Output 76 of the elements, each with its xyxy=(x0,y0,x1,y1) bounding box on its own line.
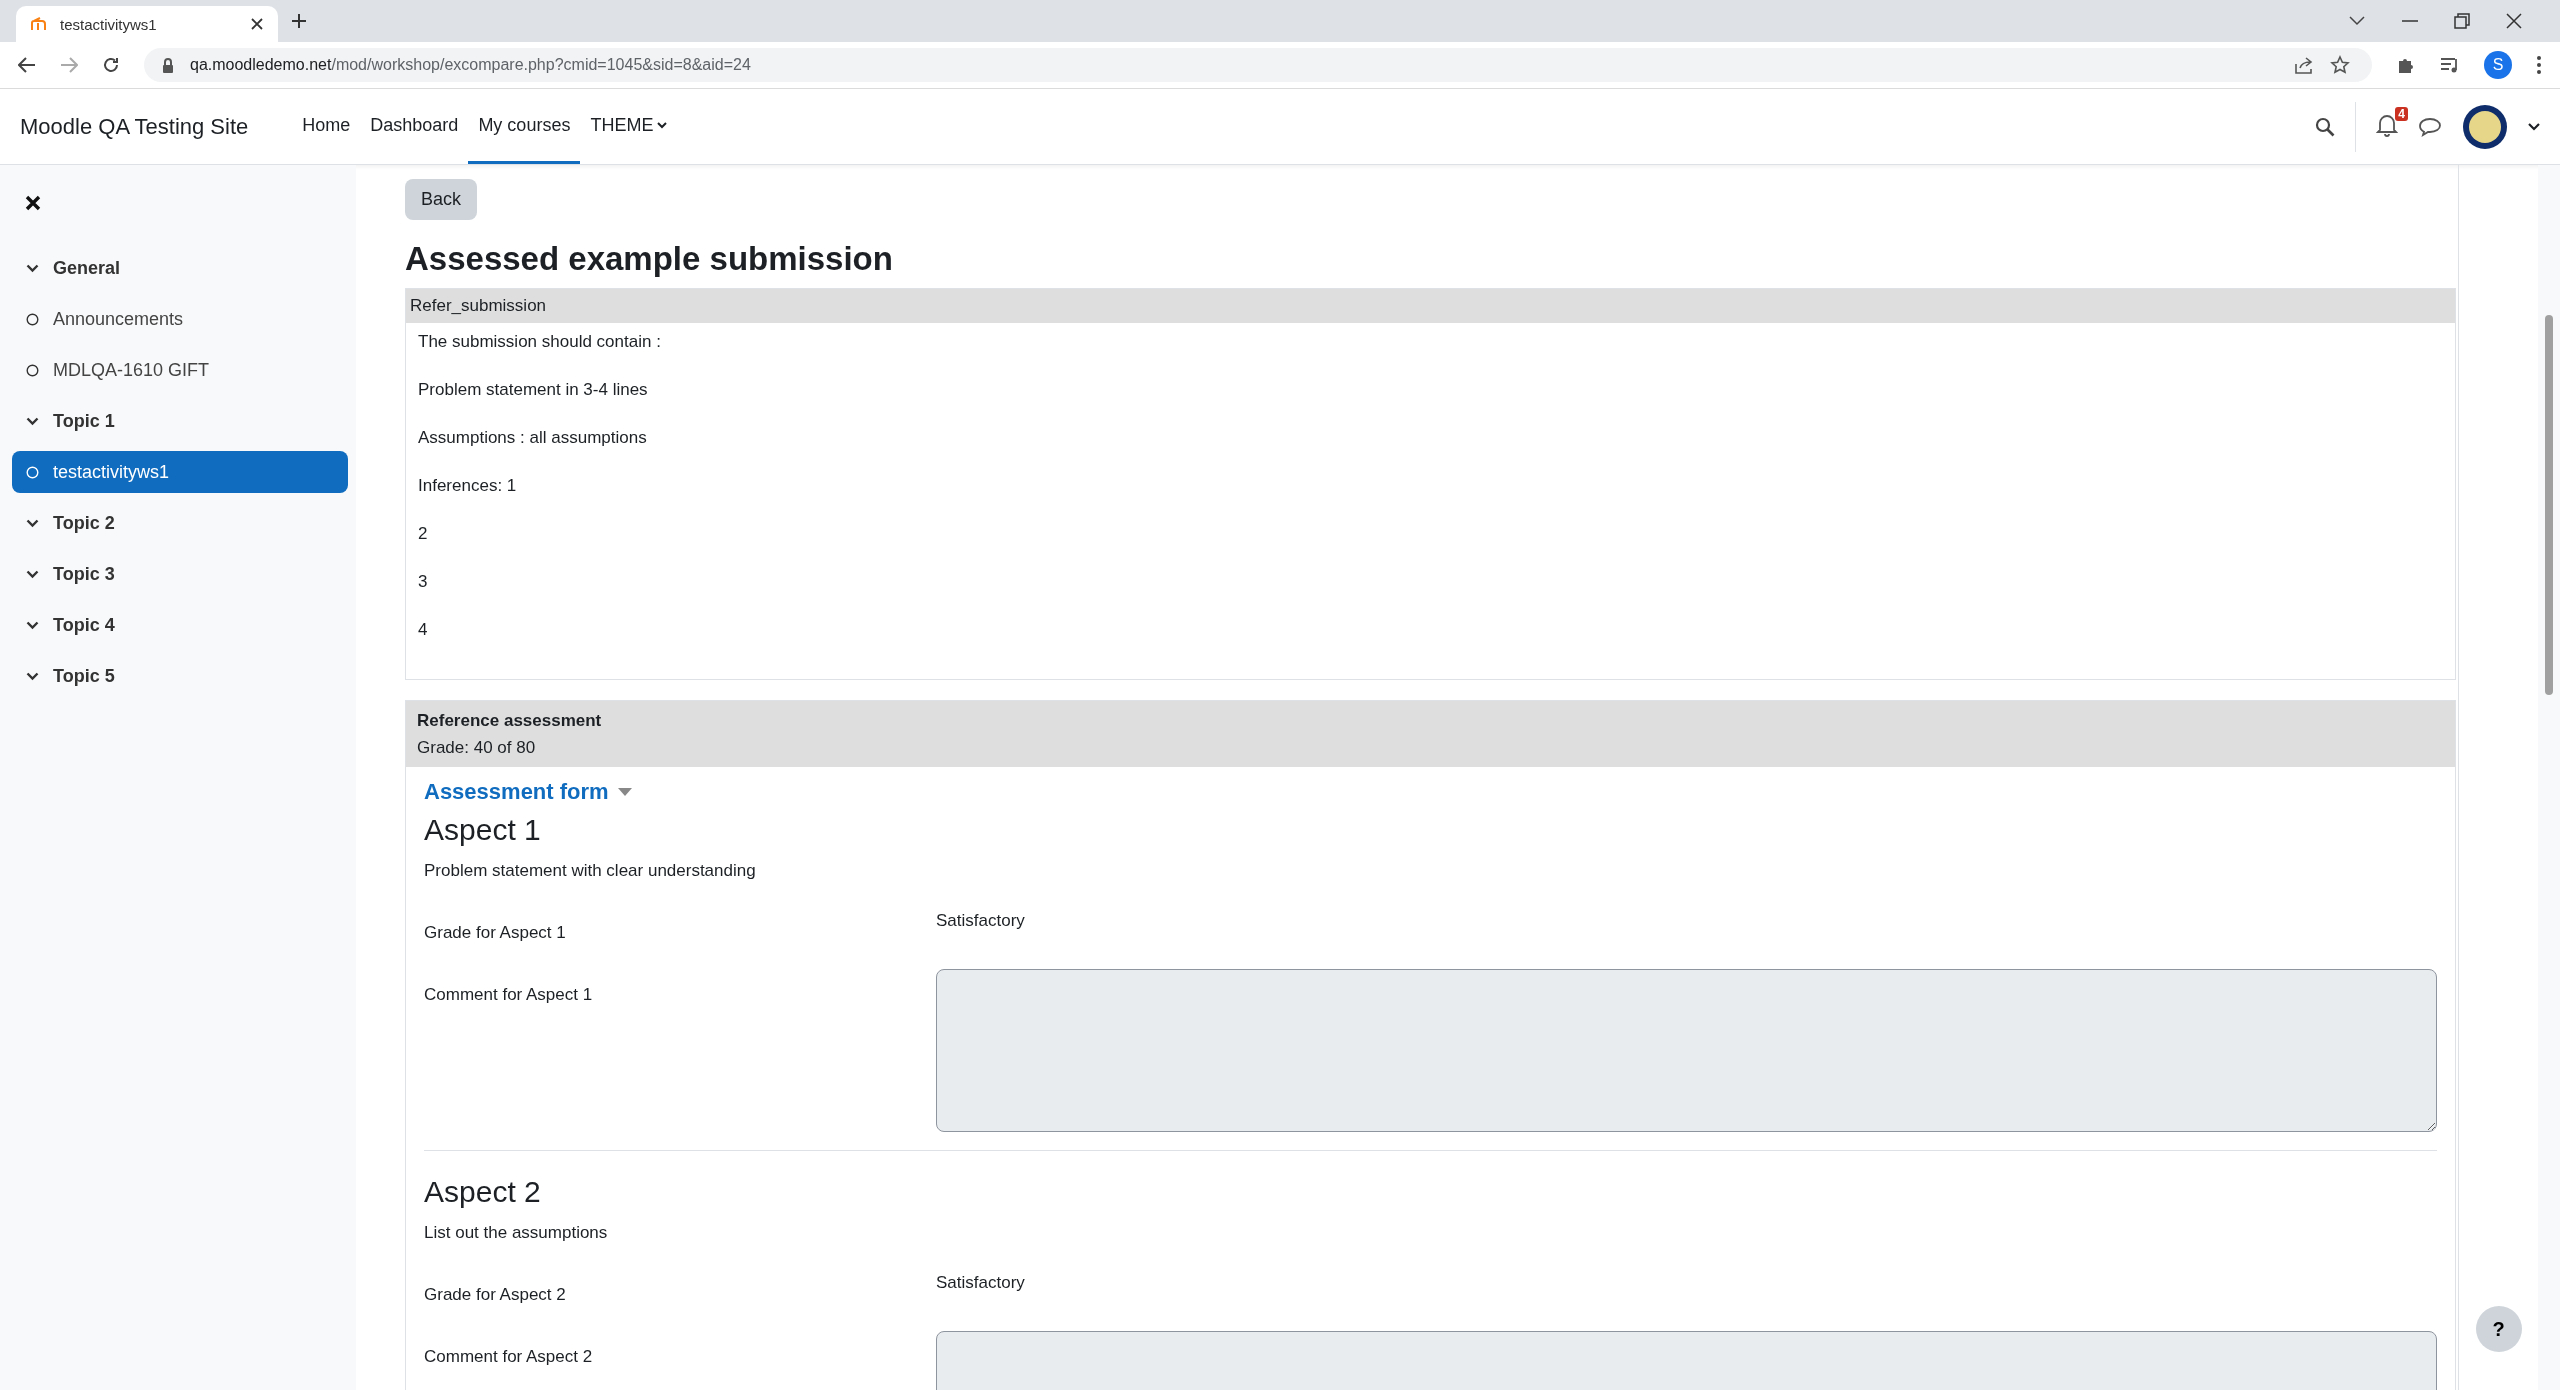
tab-title: testactivityws1 xyxy=(60,15,158,33)
submission-text: Problem statement in 3-4 lines xyxy=(418,379,649,400)
close-icon[interactable] xyxy=(25,195,41,211)
aspect-heading: Aspect 2 xyxy=(424,1175,542,1209)
nav-link[interactable]: My courses xyxy=(468,89,581,164)
activity-item[interactable]: MDLQA-1610 GIFT xyxy=(12,349,348,391)
kebab-menu-icon[interactable] xyxy=(2536,55,2542,75)
aspect-heading: Aspect 1 xyxy=(424,813,542,847)
chevron-down-icon xyxy=(26,416,39,426)
section-item[interactable]: General xyxy=(12,247,348,289)
search-icon[interactable] xyxy=(2315,116,2335,137)
grade-text: Grade: 40 of 80 xyxy=(417,737,537,759)
notification-count: 4 xyxy=(2395,106,2408,121)
chevron-down-icon xyxy=(26,263,39,273)
grade-value: Satisfactory xyxy=(936,1273,1025,1293)
section-item[interactable]: Topic 4 xyxy=(12,604,348,646)
back-button[interactable]: Back xyxy=(405,179,478,220)
grade-value: Satisfactory xyxy=(936,911,1025,931)
profile-button[interactable]: S xyxy=(2484,51,2512,79)
help-button[interactable]: ? xyxy=(2475,1306,2522,1352)
field-label: Grade for Aspect 2 xyxy=(424,1284,567,1305)
nav-link[interactable]: Home xyxy=(292,89,361,164)
section-item[interactable]: Topic 3 xyxy=(12,553,348,595)
media-list-icon[interactable] xyxy=(2440,56,2460,74)
new-tab-icon[interactable] xyxy=(290,12,308,30)
aspect-description: List out the assumptions xyxy=(424,1223,609,1243)
lock-icon xyxy=(162,57,174,73)
bell-icon[interactable] xyxy=(2376,112,2398,137)
chat-bubble-icon[interactable] xyxy=(2418,116,2442,137)
field-label: Comment for Aspect 2 xyxy=(424,1346,594,1367)
chevron-down-icon xyxy=(26,569,39,579)
site-name[interactable]: Moodle QA Testing Site xyxy=(20,113,249,140)
nav-link[interactable]: Dashboard xyxy=(360,89,469,164)
submission-text: Assumptions : all assumptions xyxy=(418,427,648,448)
close-icon[interactable] xyxy=(250,17,264,31)
submission-text: 2 xyxy=(418,523,429,544)
chevron-down-icon[interactable] xyxy=(2348,15,2366,27)
moodle-logo-icon xyxy=(30,17,48,31)
section-item[interactable]: Topic 1 xyxy=(12,400,348,442)
submission-text: 3 xyxy=(418,571,429,592)
form-toggle[interactable]: Assessment form xyxy=(424,779,633,805)
submission-text: Inferences: 1 xyxy=(418,475,518,496)
section-item[interactable]: Topic 5 xyxy=(12,655,348,697)
chevron-down-icon xyxy=(26,518,39,528)
address-field[interactable]: qa.moodledemo.net/mod/workshop/excompare.php?cmid=1045&sid=8&aid=24 xyxy=(144,48,2372,82)
aspect-description: Problem statement with clear understanding xyxy=(424,861,757,881)
field-label: Grade for Aspect 1 xyxy=(424,922,567,943)
back-arrow-icon[interactable] xyxy=(18,57,36,73)
page-heading: Assessed example submission xyxy=(405,240,894,278)
submission-text: The submission should contain : xyxy=(418,331,662,352)
chevron-down-icon xyxy=(26,620,39,630)
nav-link[interactable]: THEME xyxy=(580,89,678,164)
scrollbar-thumb[interactable] xyxy=(2545,315,2553,695)
avatar-icon[interactable] xyxy=(2462,103,2508,150)
submission-text: 4 xyxy=(418,619,429,640)
chevron-down-icon xyxy=(26,671,39,681)
circle-icon xyxy=(26,363,39,377)
browser-tab[interactable]: testactivityws1 xyxy=(16,6,278,42)
restore-icon[interactable] xyxy=(2454,13,2470,29)
field-label: Comment for Aspect 1 xyxy=(424,984,594,1005)
share-icon[interactable] xyxy=(2294,56,2314,74)
circle-icon xyxy=(26,312,39,326)
reload-icon[interactable] xyxy=(102,56,120,74)
caret-icon[interactable] xyxy=(2528,122,2540,131)
activity-item[interactable]: testactivityws1 xyxy=(12,451,348,493)
comment-field[interactable] xyxy=(936,969,2437,1132)
activity-item[interactable]: Announcements xyxy=(12,298,348,340)
caret-icon xyxy=(657,121,668,129)
section-item[interactable]: Topic 2 xyxy=(12,502,348,544)
minimize-icon[interactable] xyxy=(2402,19,2418,23)
close-window-icon[interactable] xyxy=(2506,13,2522,29)
submission-title: Refer_submission xyxy=(406,289,2455,323)
caret-icon xyxy=(616,787,633,797)
circle-icon xyxy=(26,465,39,479)
assessment-title: Reference assessment xyxy=(417,710,603,732)
star-icon[interactable] xyxy=(2330,55,2350,75)
